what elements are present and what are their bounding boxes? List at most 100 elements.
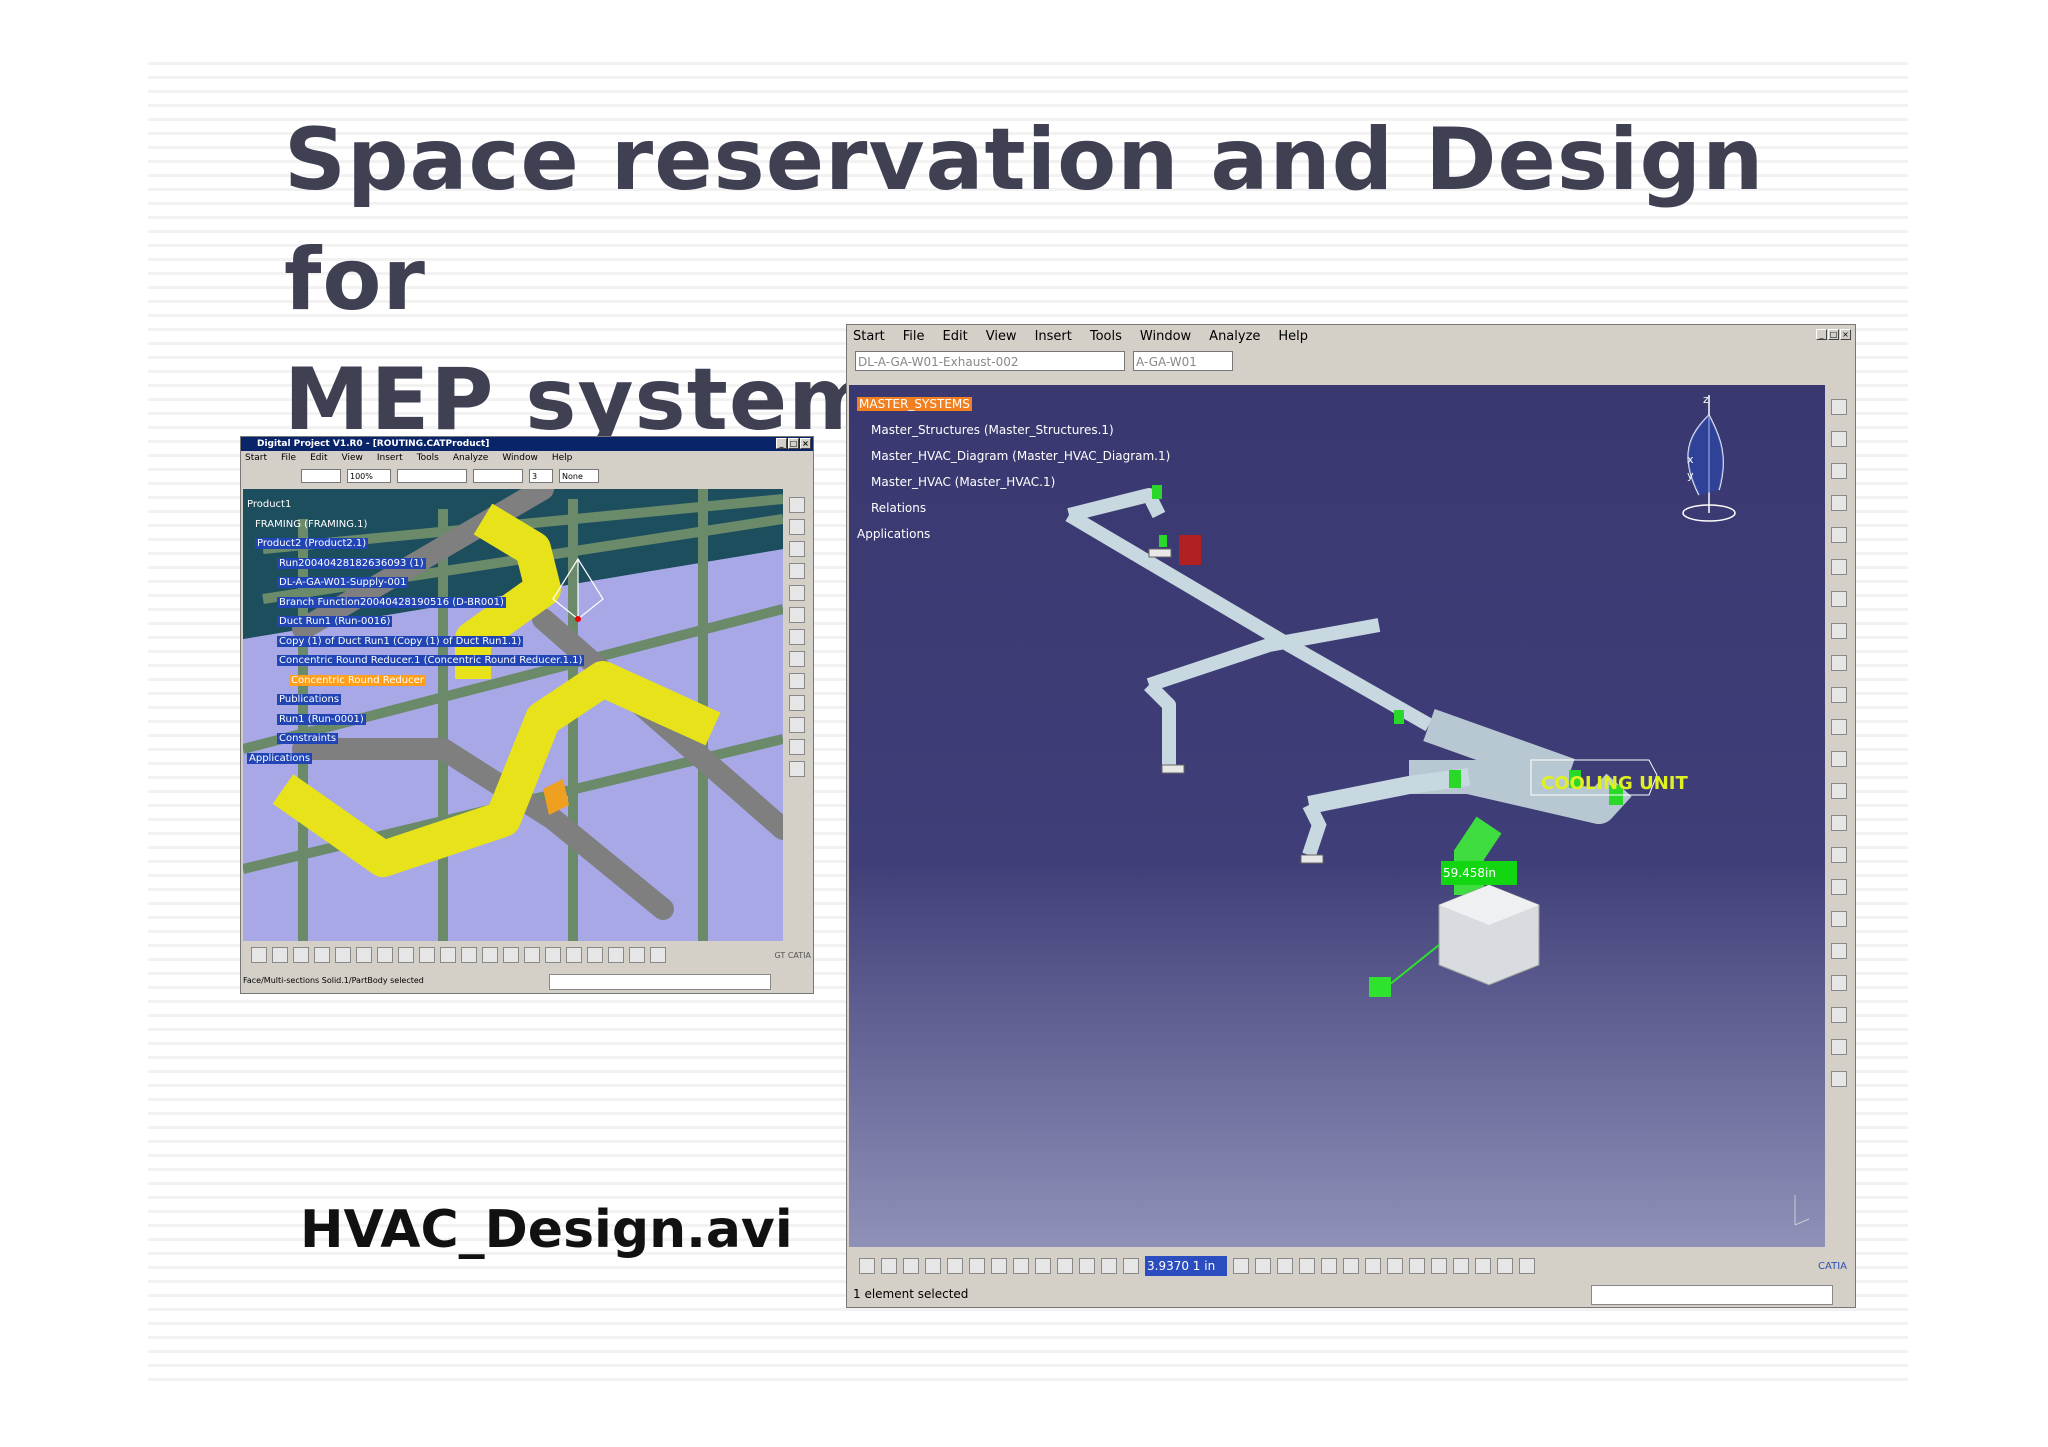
copy-icon[interactable] bbox=[969, 1258, 985, 1274]
close-button[interactable]: × bbox=[1840, 329, 1851, 340]
select-icon[interactable] bbox=[789, 519, 805, 535]
catalog-icon[interactable] bbox=[1343, 1258, 1359, 1274]
zoom-select[interactable]: 100% bbox=[347, 469, 391, 483]
maximize-button[interactable]: □ bbox=[1828, 329, 1839, 340]
views-icon[interactable] bbox=[1497, 1258, 1513, 1274]
select-icon[interactable] bbox=[1831, 431, 1847, 447]
menu-analyze[interactable]: Analyze bbox=[453, 453, 488, 463]
tool-icon[interactable] bbox=[789, 651, 805, 667]
menu-file[interactable]: File bbox=[281, 453, 296, 463]
new-icon[interactable] bbox=[251, 947, 267, 963]
cut-icon[interactable] bbox=[335, 947, 351, 963]
menu-edit[interactable]: Edit bbox=[310, 453, 327, 463]
copy-icon[interactable] bbox=[356, 947, 372, 963]
normal-view-icon[interactable] bbox=[566, 947, 582, 963]
menu-tools[interactable]: Tools bbox=[417, 453, 439, 463]
tool-icon[interactable] bbox=[1831, 559, 1847, 575]
rotate-icon[interactable] bbox=[1409, 1258, 1425, 1274]
tree-item[interactable]: Run1 (Run-0001) bbox=[247, 710, 584, 730]
tool-icon[interactable] bbox=[789, 563, 805, 579]
tool-icon[interactable] bbox=[1831, 815, 1847, 831]
menu-tools[interactable]: Tools bbox=[1090, 329, 1122, 344]
rotate-icon[interactable] bbox=[503, 947, 519, 963]
tree-item[interactable]: Master_HVAC (Master_HVAC.1) bbox=[857, 469, 1170, 495]
menu-file[interactable]: File bbox=[903, 329, 925, 344]
tree-item[interactable]: Applications bbox=[857, 521, 1170, 547]
undo-icon[interactable] bbox=[1013, 1258, 1029, 1274]
paste-icon[interactable] bbox=[377, 947, 393, 963]
pan-icon[interactable] bbox=[1387, 1258, 1403, 1274]
print-icon[interactable] bbox=[314, 947, 330, 963]
open-icon[interactable] bbox=[881, 1258, 897, 1274]
layer-select[interactable]: 3 bbox=[529, 469, 553, 483]
tool-icon[interactable] bbox=[1831, 527, 1847, 543]
measure-icon[interactable] bbox=[1079, 1258, 1095, 1274]
menu-start[interactable]: Start bbox=[245, 453, 267, 463]
redo-icon[interactable] bbox=[1035, 1258, 1051, 1274]
tool-icon[interactable] bbox=[1831, 911, 1847, 927]
save-icon[interactable] bbox=[903, 1258, 919, 1274]
tree-item[interactable]: Copy (1) of Duct Run1 (Copy (1) of Duct … bbox=[247, 632, 584, 652]
tree-item[interactable]: Relations bbox=[857, 495, 1170, 521]
tool-icon[interactable] bbox=[789, 629, 805, 645]
zoom-out-icon[interactable] bbox=[1453, 1258, 1469, 1274]
duct-icon[interactable] bbox=[1277, 1258, 1293, 1274]
tool-icon[interactable] bbox=[1831, 1071, 1847, 1087]
tree-item[interactable]: FRAMING (FRAMING.1) bbox=[247, 515, 584, 535]
tree-item[interactable]: Master_Structures (Master_Structures.1) bbox=[857, 417, 1170, 443]
swap-space-icon[interactable] bbox=[650, 947, 666, 963]
help-icon[interactable] bbox=[1057, 1258, 1073, 1274]
tool-icon[interactable] bbox=[1831, 847, 1847, 863]
tool-icon[interactable] bbox=[1831, 783, 1847, 799]
tree-item[interactable]: Publications bbox=[247, 690, 584, 710]
tool-icon[interactable] bbox=[1831, 719, 1847, 735]
fit-all-icon[interactable] bbox=[1365, 1258, 1381, 1274]
command-input[interactable] bbox=[549, 974, 771, 990]
tool-icon[interactable] bbox=[789, 497, 805, 513]
menu-start[interactable]: Start bbox=[853, 329, 885, 344]
tree-item[interactable]: Product1 bbox=[247, 495, 584, 515]
run-select[interactable]: DL-A-GA-W01-Exhaust-002 bbox=[855, 351, 1125, 371]
views-icon[interactable] bbox=[587, 947, 603, 963]
cut-icon[interactable] bbox=[947, 1258, 963, 1274]
normal-view-icon[interactable] bbox=[1475, 1258, 1491, 1274]
tool-icon[interactable] bbox=[1831, 399, 1847, 415]
render-style-icon[interactable] bbox=[1519, 1258, 1535, 1274]
menu-edit[interactable]: Edit bbox=[943, 329, 968, 344]
tree-item[interactable]: Product2 (Product2.1) bbox=[247, 534, 584, 554]
tree-item[interactable]: Concentric Round Reducer.1 (Concentric R… bbox=[247, 651, 585, 671]
route-icon[interactable] bbox=[1255, 1258, 1271, 1274]
zoom-value-field[interactable]: 3.9370 1 in bbox=[1145, 1256, 1227, 1276]
tool-icon[interactable] bbox=[1831, 687, 1847, 703]
zone-select[interactable]: A-GA-W01 bbox=[1133, 351, 1233, 371]
3d-viewport[interactable]: z x y MASTER_SYSTEMS Master_Structures (… bbox=[849, 385, 1827, 1247]
zoom-out-icon[interactable] bbox=[545, 947, 561, 963]
tool-icon[interactable] bbox=[1831, 591, 1847, 607]
tool-icon[interactable] bbox=[789, 695, 805, 711]
menu-window[interactable]: Window bbox=[1140, 329, 1191, 344]
render-style-icon[interactable] bbox=[608, 947, 624, 963]
open-icon[interactable] bbox=[272, 947, 288, 963]
3d-viewport[interactable]: Product1 FRAMING (FRAMING.1) Product2 (P… bbox=[243, 489, 783, 941]
tree-item[interactable]: MASTER_SYSTEMS bbox=[857, 391, 1170, 417]
tool-icon[interactable] bbox=[1831, 751, 1847, 767]
menu-insert[interactable]: Insert bbox=[1035, 329, 1072, 344]
tool-icon[interactable] bbox=[789, 673, 805, 689]
command-input[interactable] bbox=[1591, 1285, 1833, 1305]
menu-help[interactable]: Help bbox=[1278, 329, 1308, 344]
tree-item[interactable]: Concentric Round Reducer bbox=[247, 671, 584, 691]
render-select[interactable]: None bbox=[559, 469, 599, 483]
tree-item[interactable]: Master_HVAC_Diagram (Master_HVAC_Diagram… bbox=[857, 443, 1170, 469]
menu-window[interactable]: Window bbox=[502, 453, 538, 463]
menu-help[interactable]: Help bbox=[552, 453, 573, 463]
fit-all-icon[interactable] bbox=[461, 947, 477, 963]
help-icon[interactable] bbox=[440, 947, 456, 963]
menu-view[interactable]: View bbox=[342, 453, 363, 463]
tree-item[interactable]: DL-A-GA-W01-Supply-001 bbox=[247, 573, 584, 593]
tree-item[interactable]: Duct Run1 (Run-0016) bbox=[247, 612, 584, 632]
zoom-in-icon[interactable] bbox=[524, 947, 540, 963]
tree-item[interactable]: Branch Function20040428190516 (D-BR001) bbox=[247, 593, 584, 613]
tool-icon[interactable] bbox=[1831, 1039, 1847, 1055]
tool-icon[interactable] bbox=[1831, 879, 1847, 895]
minimize-button[interactable]: _ bbox=[1816, 329, 1827, 340]
